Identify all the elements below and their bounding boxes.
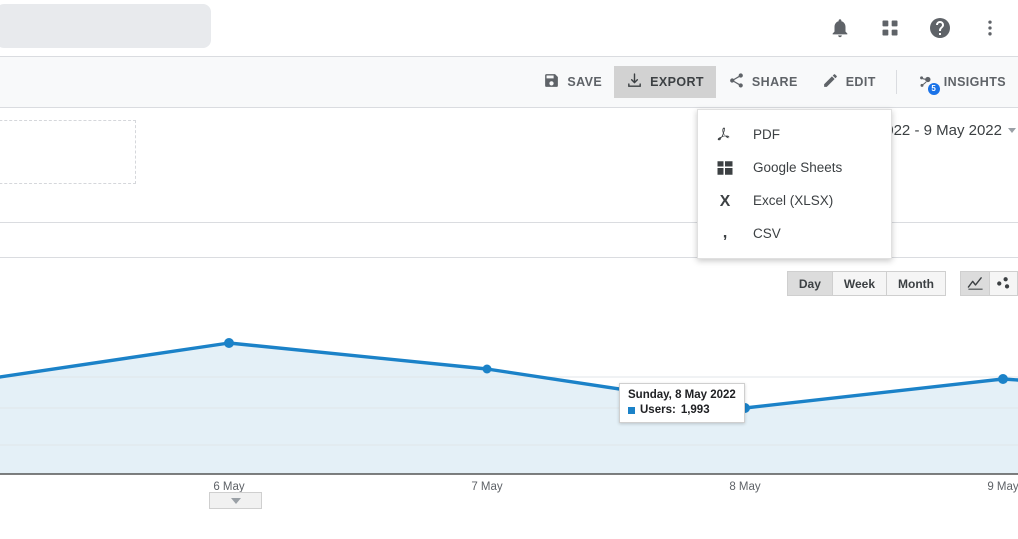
tooltip-metric-row: Users: 1,993 xyxy=(628,404,736,416)
apps-grid-icon[interactable] xyxy=(870,8,910,48)
pencil-icon xyxy=(822,72,839,92)
save-label: SAVE xyxy=(567,75,602,89)
chart-data-point xyxy=(224,338,234,348)
date-range-selector[interactable]: 022 - 9 May 2022 xyxy=(885,122,1016,139)
granularity-week-label: Week xyxy=(844,277,875,291)
tooltip-color-swatch xyxy=(628,407,635,414)
granularity-day-label: Day xyxy=(799,277,821,291)
insights-button[interactable]: 5 INSIGHTS xyxy=(905,66,1018,98)
scatter-chart-icon[interactable] xyxy=(989,271,1018,296)
more-options-icon[interactable] xyxy=(970,8,1010,48)
excel-icon: X xyxy=(714,190,736,212)
granularity-selector: Day Week Month xyxy=(787,271,946,296)
line-chart-icon[interactable] xyxy=(960,271,989,296)
x-axis-tick-label: 8 May xyxy=(729,481,760,493)
chart-tooltip: Sunday, 8 May 2022 Users: 1,993 xyxy=(619,383,745,423)
granularity-month-label: Month xyxy=(898,277,934,291)
tooltip-metric-label: Users: xyxy=(640,404,676,416)
save-button[interactable]: SAVE xyxy=(531,66,614,98)
google-sheets-icon xyxy=(714,157,736,179)
svg-text:X: X xyxy=(720,193,731,210)
users-over-time-chart xyxy=(0,300,1018,500)
tooltip-metric-value: 1,993 xyxy=(681,404,710,416)
x-axis-tick-label: 7 May xyxy=(471,481,502,493)
chart-data-point xyxy=(483,365,492,374)
action-button-group: SAVE EXPORT SHARE xyxy=(531,57,1018,107)
menu-item-label: Google Sheets xyxy=(753,160,842,175)
header-icon-group xyxy=(820,0,1010,56)
date-range-text: 022 - 9 May 2022 xyxy=(885,122,1002,139)
granularity-day-button[interactable]: Day xyxy=(787,271,832,296)
action-toolbar: SAVE EXPORT SHARE xyxy=(0,57,1018,108)
menu-item-csv[interactable]: , CSV xyxy=(698,217,891,250)
top-header-bar xyxy=(0,0,1018,57)
chart-collapse-button[interactable] xyxy=(209,492,262,509)
granularity-week-button[interactable]: Week xyxy=(832,271,886,296)
menu-item-label: Excel (XLSX) xyxy=(753,193,833,208)
export-dropdown-menu[interactable]: PDF Google Sheets X Excel (XLSX) xyxy=(697,109,892,259)
menu-item-google-sheets[interactable]: Google Sheets xyxy=(698,151,891,184)
notifications-icon[interactable] xyxy=(820,8,860,48)
insights-icon: 5 xyxy=(917,72,937,92)
chart-type-selector xyxy=(960,271,1018,296)
edit-button[interactable]: EDIT xyxy=(810,66,888,98)
chart-svg xyxy=(0,300,1018,500)
chevron-down-icon xyxy=(231,498,241,504)
granularity-month-button[interactable]: Month xyxy=(886,271,946,296)
pdf-icon xyxy=(714,124,736,146)
menu-item-label: PDF xyxy=(753,127,780,142)
insights-badge: 5 xyxy=(928,83,940,95)
menu-item-excel-xlsx[interactable]: X Excel (XLSX) xyxy=(698,184,891,217)
search-input[interactable] xyxy=(0,4,211,48)
save-icon xyxy=(543,72,560,92)
menu-item-pdf[interactable]: PDF xyxy=(698,118,891,151)
app-root: SAVE EXPORT SHARE xyxy=(0,0,1018,539)
export-label: EXPORT xyxy=(650,75,704,89)
x-axis-tick-label: 9 May xyxy=(987,481,1018,493)
widget-placeholder xyxy=(0,120,136,184)
edit-label: EDIT xyxy=(846,75,876,89)
menu-item-label: CSV xyxy=(753,226,781,241)
export-button[interactable]: EXPORT xyxy=(614,66,716,98)
insights-label: INSIGHTS xyxy=(944,75,1006,89)
csv-icon: , xyxy=(714,223,736,245)
tooltip-title: Sunday, 8 May 2022 xyxy=(628,389,736,401)
help-icon[interactable] xyxy=(920,8,960,48)
chevron-down-icon xyxy=(1008,128,1016,133)
share-icon xyxy=(728,72,745,92)
chart-control-group: Day Week Month xyxy=(787,271,1018,296)
share-button[interactable]: SHARE xyxy=(716,66,810,98)
chart-data-point xyxy=(998,374,1008,384)
share-label: SHARE xyxy=(752,75,798,89)
toolbar-divider xyxy=(896,70,897,94)
svg-text:,: , xyxy=(723,224,728,241)
download-icon xyxy=(626,72,643,92)
